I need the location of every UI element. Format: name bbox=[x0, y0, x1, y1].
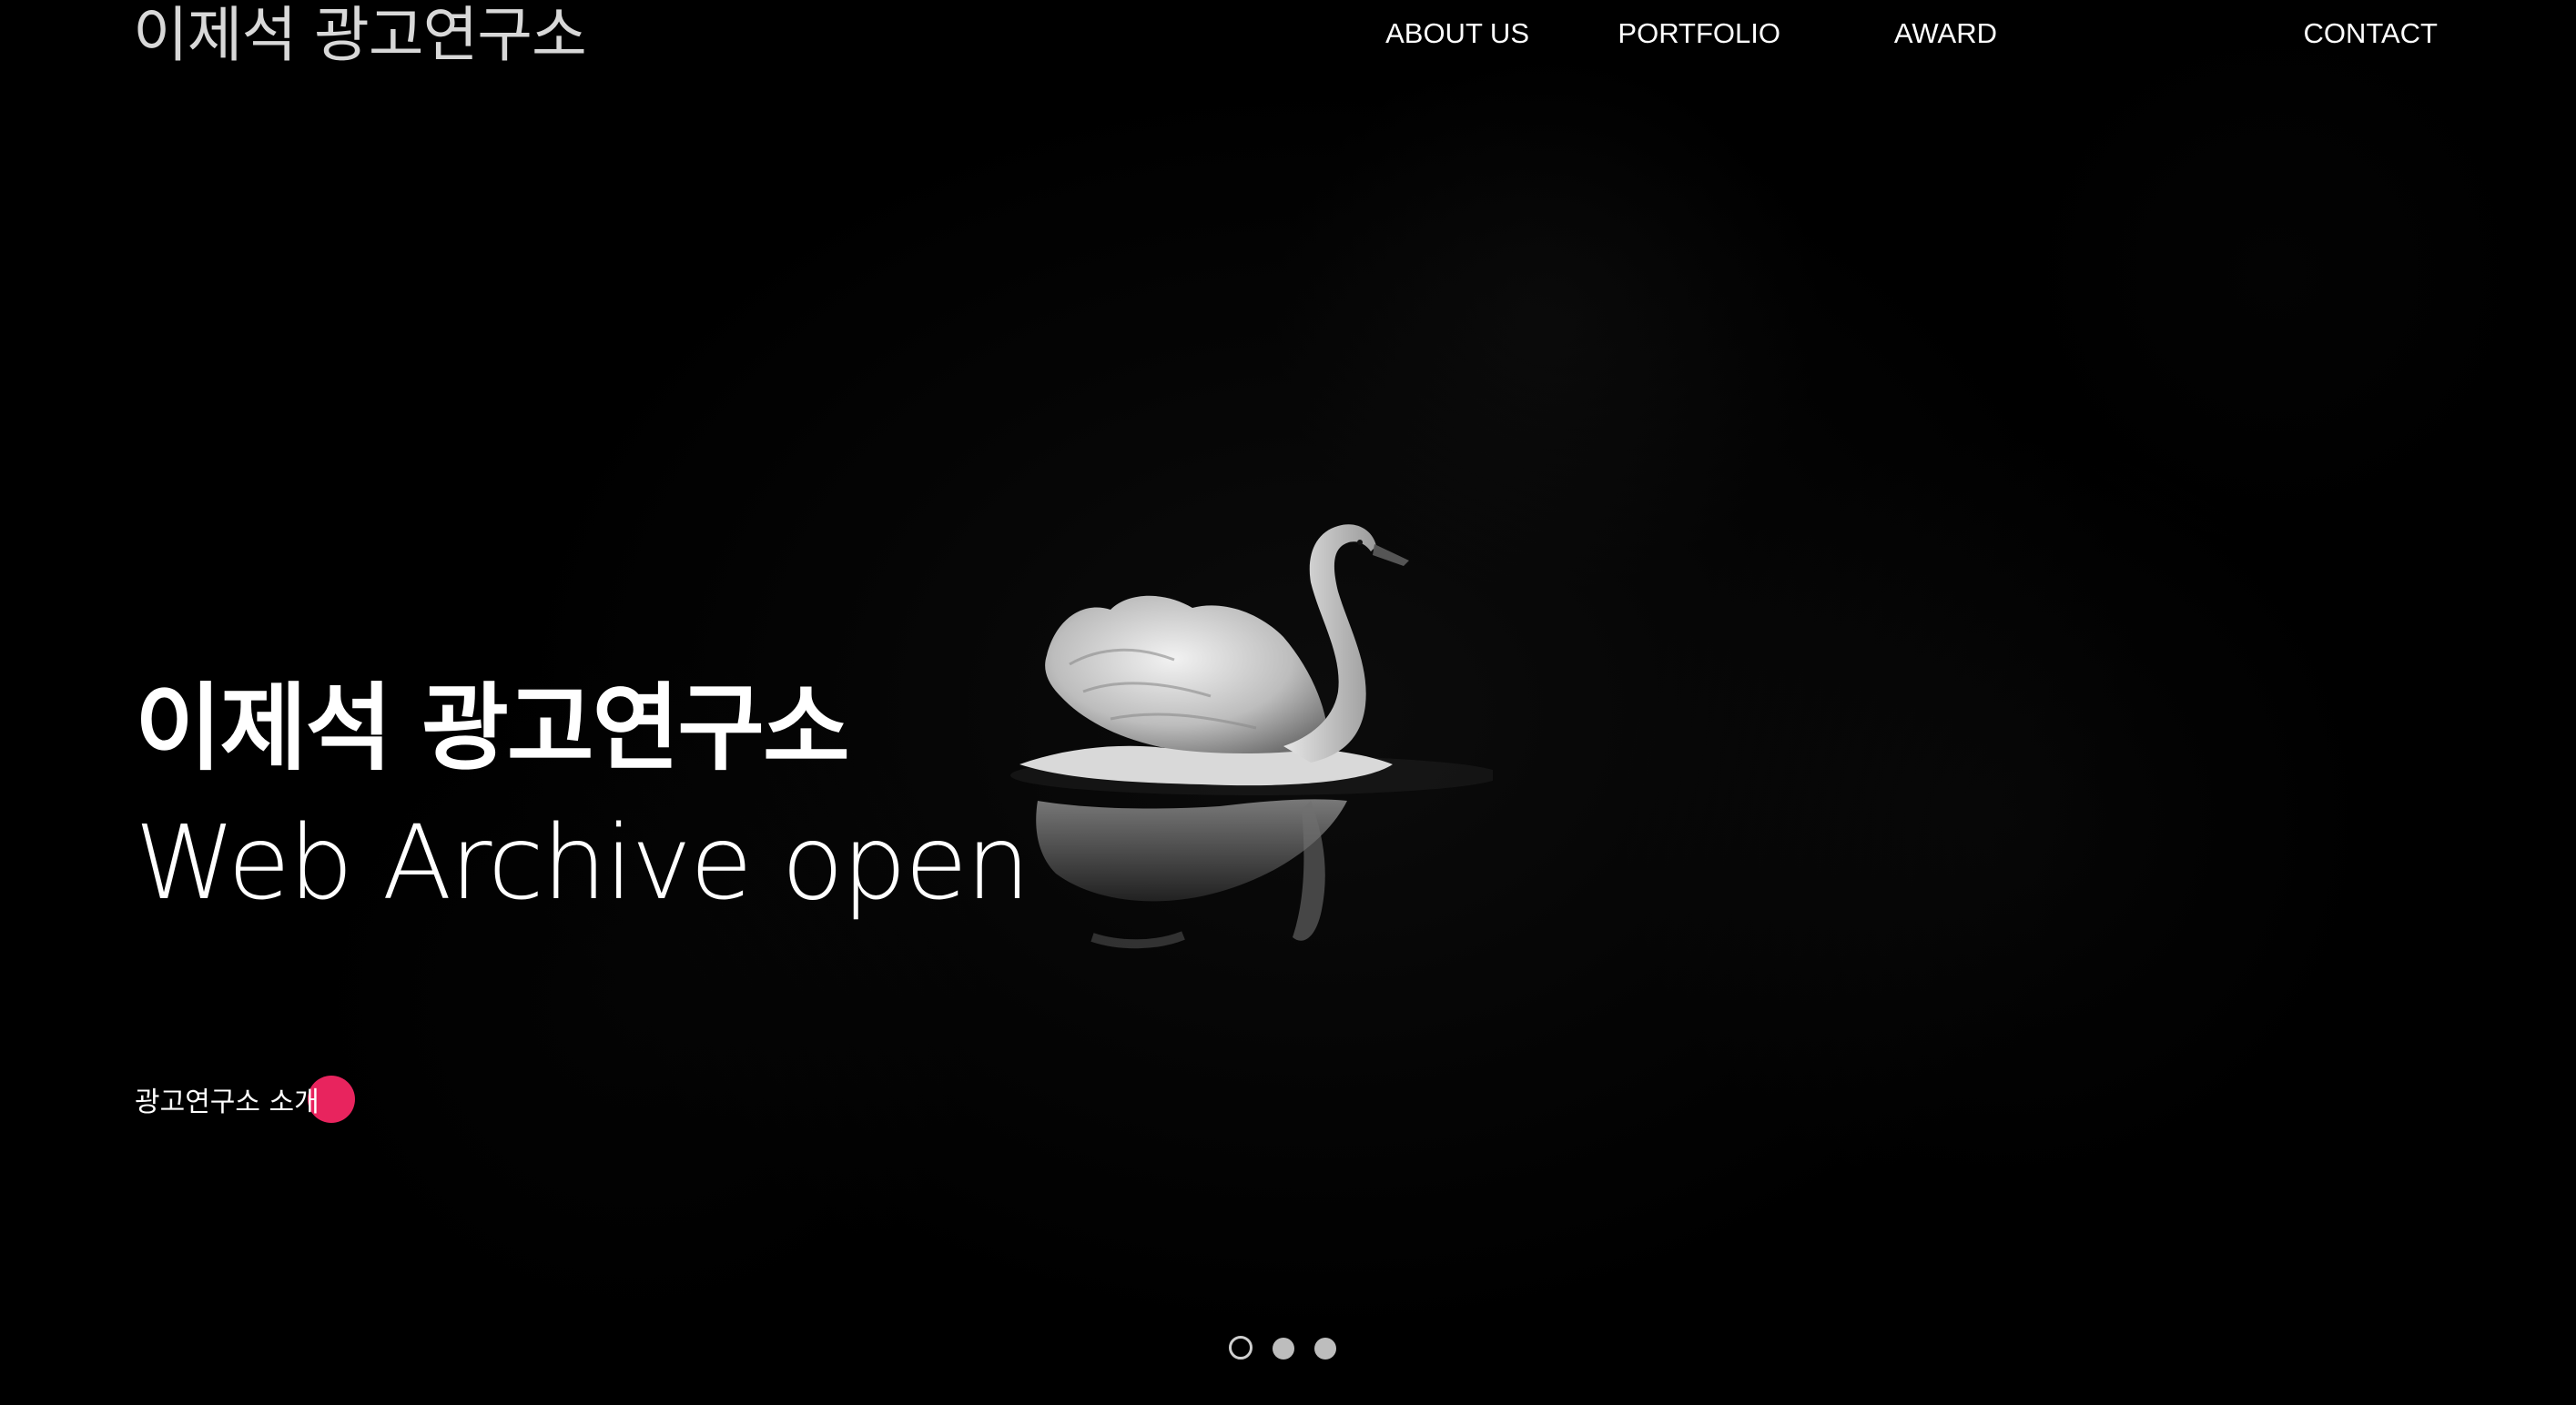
pagination-bullet-1[interactable] bbox=[1229, 1336, 1253, 1360]
hero-title: 이제석 광고연구소 bbox=[135, 672, 850, 783]
site-logo[interactable]: 이제석 광고연구소 bbox=[133, 5, 587, 66]
hero-section: 이제석 광고연구소 ABOUT US PORTFOLIO AWARD CONTA… bbox=[0, 0, 2576, 1405]
nav-contact[interactable]: CONTACT bbox=[2303, 16, 2438, 50]
intro-link-button[interactable]: 광고연구소 소개 bbox=[135, 1074, 355, 1125]
swan-image bbox=[1010, 524, 1493, 949]
nav-award[interactable]: AWARD bbox=[1894, 16, 1997, 50]
intro-link-label: 광고연구소 소개 bbox=[135, 1087, 319, 1118]
nav-portfolio[interactable]: PORTFOLIO bbox=[1618, 16, 1780, 50]
pagination-bullet-3[interactable] bbox=[1314, 1338, 1336, 1360]
pagination-bullet-2[interactable] bbox=[1273, 1338, 1294, 1360]
nav-about-us[interactable]: ABOUT US bbox=[1385, 16, 1529, 50]
hero-subtitle: Web Archive open bbox=[135, 804, 1030, 923]
